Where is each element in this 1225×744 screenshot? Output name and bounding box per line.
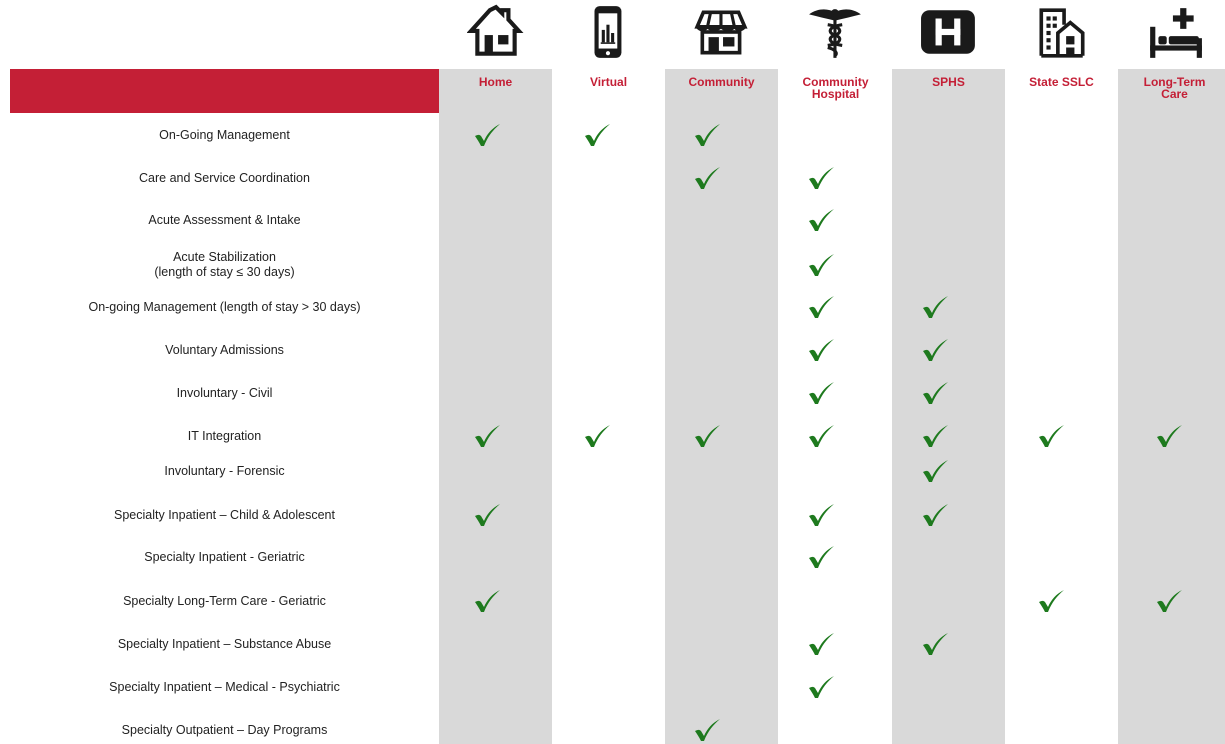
checkmark-icon [923, 339, 948, 361]
checkmark-icon [585, 425, 610, 447]
row-label: Specialty Inpatient - Geriatric [144, 549, 305, 564]
checkmark-icon [695, 124, 720, 146]
checkmark-icon [923, 460, 948, 482]
row-label: Acute Assessment & Intake [148, 212, 301, 227]
row-label: Specialty Inpatient – Medical - Psychiat… [109, 679, 340, 694]
checkmark-icon [475, 124, 500, 146]
checkmark-icon [809, 209, 834, 231]
checkmark-icon [475, 425, 500, 447]
checkmark-icon [923, 633, 948, 655]
row-label: On-going Management (length of stay > 30… [88, 299, 361, 314]
column-header-community: Community [688, 75, 755, 89]
checkmark-icon [695, 425, 720, 447]
checkmark-icon [1157, 425, 1182, 447]
checkmark-icon [809, 167, 834, 189]
row-label: Involuntary - Forensic [164, 463, 285, 478]
checkmark-icon [809, 382, 834, 404]
building-icon [1005, 0, 1118, 66]
checkmark-icon [809, 676, 834, 698]
row-label: Involuntary - Civil [176, 385, 273, 400]
hospital-h-icon [892, 0, 1005, 66]
checkmark-icon [1039, 590, 1064, 612]
checkmark-icon [809, 339, 834, 361]
column-header-home: Home [478, 75, 513, 89]
checkmark-icon [923, 504, 948, 526]
checkmark-icon [1039, 425, 1064, 447]
checkmark-icon [585, 124, 610, 146]
checkmark-icon [923, 296, 948, 318]
column-header-community_hospital: Community Hospital [802, 75, 869, 101]
column-header-sphs: SPHS [932, 75, 965, 89]
checkmark-icon [475, 504, 500, 526]
checkmark-icon [809, 425, 834, 447]
row-label: On-Going Management [159, 127, 290, 142]
caduceus-icon [779, 0, 892, 66]
row-label: Voluntary Admissions [165, 342, 284, 357]
row-label: Acute Stabilization (length of stay ≤ 30… [154, 250, 295, 279]
row-label: IT Integration [187, 428, 262, 443]
column-header-virtual: Virtual [589, 75, 628, 89]
header-bar [10, 69, 439, 113]
checkmark-icon [695, 167, 720, 189]
storefront-icon [665, 0, 778, 66]
house-icon [439, 0, 552, 66]
checkmark-icon [923, 425, 948, 447]
smartphone-chart-icon [552, 0, 665, 66]
column-band-home [439, 69, 552, 744]
column-header-state_sslc: State SSLC [1029, 75, 1094, 89]
checkmark-icon [475, 590, 500, 612]
checkmark-icon [809, 504, 834, 526]
column-band-long_term_care [1118, 69, 1225, 744]
column-header-long_term_care: Long-Term Care [1143, 75, 1206, 101]
column-band-community [665, 69, 778, 744]
service-matrix: Home Virtual Community Community Hospital SP… [0, 0, 1225, 744]
checkmark-icon [695, 719, 720, 741]
row-label: Specialty Long-Term Care - Geriatric [123, 593, 326, 608]
row-label: Specialty Inpatient – Child & Adolescent [114, 507, 335, 522]
row-label: Specialty Outpatient – Day Programs [121, 722, 328, 737]
checkmark-icon [809, 546, 834, 568]
checkmark-icon [809, 254, 834, 276]
checkmark-icon [1157, 590, 1182, 612]
checkmark-icon [809, 633, 834, 655]
hospital-bed-icon [1118, 0, 1225, 66]
checkmark-icon [923, 382, 948, 404]
row-label: Care and Service Coordination [139, 170, 310, 185]
row-label: Specialty Inpatient – Substance Abuse [117, 636, 332, 651]
checkmark-icon [809, 296, 834, 318]
